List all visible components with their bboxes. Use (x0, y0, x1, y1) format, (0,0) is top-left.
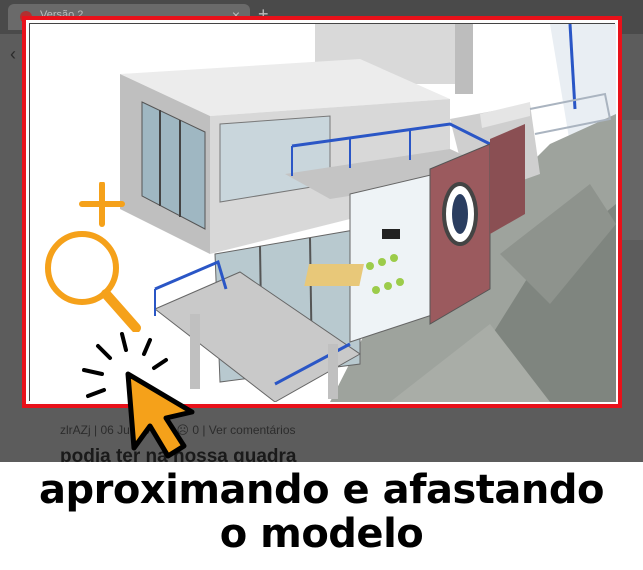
click-pointer-icon (82, 332, 195, 459)
caption-line-1: aproximando e afastando (39, 467, 604, 513)
side-panel (622, 120, 643, 240)
zoom-in-magnifier-icon (45, 182, 141, 332)
caption-line-2: o modelo (219, 511, 424, 557)
back-arrow-icon[interactable]: ‹ (10, 44, 16, 65)
caption: aproximando e afastando o modelo (0, 468, 643, 556)
